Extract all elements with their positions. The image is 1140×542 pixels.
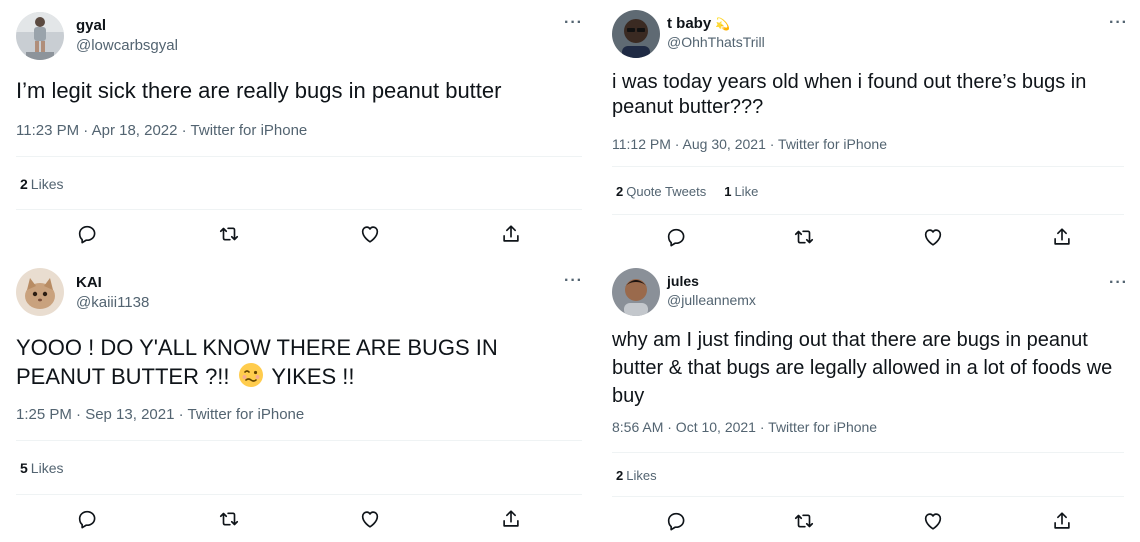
- action-bar: [0, 223, 600, 247]
- tweet-card: gyal @lowcarbsgyal ··· I’m legit sick th…: [0, 0, 600, 258]
- more-options-icon[interactable]: ···: [1109, 275, 1128, 291]
- tweet-stats: 2 Quote Tweets 1 Like: [616, 184, 758, 199]
- tweet-timestamp[interactable]: 8:56 AM · Oct 10, 2021 · Twitter for iPh…: [612, 419, 877, 435]
- more-options-icon[interactable]: ···: [564, 273, 583, 289]
- share-icon[interactable]: [500, 508, 522, 530]
- display-name[interactable]: t baby 💫: [667, 15, 730, 32]
- woozy-face-emoji-icon: [238, 362, 264, 388]
- reply-icon[interactable]: [665, 510, 687, 532]
- action-bar: [598, 510, 1140, 534]
- tweet-text: I’m legit sick there are really bugs in …: [16, 78, 502, 103]
- tweet-timestamp[interactable]: 11:23 PM · Apr 18, 2022 · Twitter for iP…: [16, 122, 307, 139]
- user-handle[interactable]: @kaiii1138: [76, 294, 149, 311]
- divider: [16, 494, 582, 495]
- user-handle[interactable]: @lowcarbsgyal: [76, 37, 178, 54]
- avatar[interactable]: [612, 268, 660, 316]
- more-options-icon[interactable]: ···: [564, 15, 583, 31]
- like-icon[interactable]: [922, 226, 944, 248]
- tweet-timestamp[interactable]: 11:12 PM · Aug 30, 2021 · Twitter for iP…: [612, 136, 887, 152]
- tweet-text: why am I just finding out that there are…: [612, 329, 1113, 407]
- share-icon[interactable]: [500, 223, 522, 245]
- share-icon[interactable]: [1051, 510, 1073, 532]
- tweet-card: KAI @kaiii1138 ··· YOOO ! DO Y'ALL KNOW …: [0, 258, 600, 542]
- tweet-stats: 5 Likes: [20, 460, 63, 476]
- dizzy-emoji-icon: 💫: [715, 16, 731, 31]
- quote-tweets-stat[interactable]: 2 Quote Tweets: [616, 184, 706, 199]
- divider: [612, 214, 1124, 215]
- divider: [16, 440, 582, 441]
- tweet-stats: 2 Likes: [20, 176, 63, 192]
- divider: [612, 452, 1124, 453]
- retweet-icon[interactable]: [793, 510, 815, 532]
- avatar[interactable]: [16, 268, 64, 316]
- tweet-card: t baby 💫 @OhhThatsTrill ··· i was today y…: [598, 0, 1140, 262]
- tweet-card: jules @julleannemx ··· why am I just fin…: [598, 262, 1140, 542]
- likes-stat[interactable]: 2 Likes: [616, 468, 657, 483]
- divider: [612, 166, 1124, 167]
- user-handle[interactable]: @OhhThatsTrill: [667, 34, 765, 50]
- action-bar: [0, 508, 600, 532]
- likes-stat[interactable]: 2 Likes: [20, 176, 63, 192]
- reply-icon[interactable]: [76, 223, 98, 245]
- retweet-icon[interactable]: [218, 508, 240, 530]
- reply-icon[interactable]: [665, 226, 687, 248]
- tweet-text: YOOO ! DO Y'ALL KNOW THERE ARE BUGS IN P…: [16, 335, 498, 389]
- display-name[interactable]: KAI: [76, 274, 102, 291]
- tweet-stats: 2 Likes: [616, 468, 657, 483]
- retweet-icon[interactable]: [218, 223, 240, 245]
- like-icon[interactable]: [359, 508, 381, 530]
- retweet-icon[interactable]: [793, 226, 815, 248]
- reply-icon[interactable]: [76, 508, 98, 530]
- like-icon[interactable]: [359, 223, 381, 245]
- likes-stat[interactable]: 5 Likes: [20, 460, 63, 476]
- tweet-text: i was today years old when i found out t…: [612, 71, 1087, 118]
- divider: [16, 156, 582, 157]
- display-name[interactable]: gyal: [76, 17, 106, 34]
- like-icon[interactable]: [922, 510, 944, 532]
- tweet-timestamp[interactable]: 1:25 PM · Sep 13, 2021 · Twitter for iPh…: [16, 406, 304, 423]
- likes-stat[interactable]: 1 Like: [724, 184, 758, 199]
- divider: [612, 496, 1124, 497]
- action-bar: [598, 226, 1140, 250]
- avatar[interactable]: [612, 10, 660, 58]
- avatar[interactable]: [16, 12, 64, 60]
- divider: [16, 209, 582, 210]
- display-name[interactable]: jules: [667, 273, 699, 289]
- share-icon[interactable]: [1051, 226, 1073, 248]
- user-handle[interactable]: @julleannemx: [667, 292, 756, 308]
- more-options-icon[interactable]: ···: [1109, 15, 1128, 31]
